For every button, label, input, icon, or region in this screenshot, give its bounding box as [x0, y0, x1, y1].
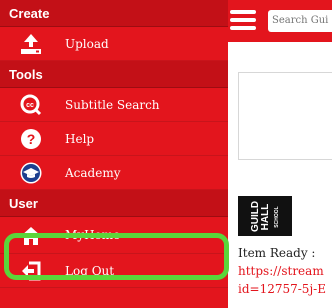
media-thumbnail[interactable]: GUILD HALL SCHOOL [238, 196, 332, 236]
sidebar: Create Upload Tools cc Subtitle Search ?… [0, 0, 228, 308]
sidebar-item-label: Help [65, 132, 95, 146]
sidebar-item-academy[interactable]: Academy [0, 156, 228, 190]
top-bar [228, 0, 332, 42]
search-input[interactable] [268, 10, 332, 32]
section-header-tools: Tools [0, 61, 228, 88]
sidebar-item-label: Subtitle Search [65, 98, 160, 112]
hamburger-menu-icon[interactable] [230, 10, 256, 30]
section-header-create: Create [0, 0, 228, 27]
sidebar-item-label: Upload [65, 37, 109, 51]
section-header-user: User [0, 190, 228, 217]
logout-icon [22, 261, 41, 281]
sidebar-item-myhome[interactable]: MyHome [0, 217, 228, 254]
sidebar-item-upload[interactable]: Upload [0, 27, 228, 61]
sidebar-item-subtitle-search[interactable]: cc Subtitle Search [0, 88, 228, 122]
item-ready-label: Item Ready : [238, 246, 316, 260]
logo-text: GUILD HALL SCHOOL [250, 200, 280, 232]
sidebar-item-label: Log Out [65, 264, 115, 278]
guildhall-logo: GUILD HALL SCHOOL [238, 196, 292, 236]
home-icon [21, 227, 41, 245]
upload-icon [21, 34, 41, 54]
help-icon: ? [21, 129, 41, 149]
cc-icon: cc [20, 94, 42, 116]
svg-text:cc: cc [26, 102, 34, 109]
stream-link-continued[interactable]: id=12757-5j-E [238, 282, 326, 296]
sidebar-item-label: MyHome [65, 228, 121, 242]
sidebar-item-logout[interactable]: Log Out [0, 254, 228, 288]
content-card [238, 72, 332, 160]
sidebar-item-help[interactable]: ? Help [0, 122, 228, 156]
svg-text:?: ? [27, 131, 36, 147]
sidebar-item-label: Academy [65, 166, 121, 180]
stream-link[interactable]: https://stream [238, 264, 324, 278]
academy-icon [20, 162, 42, 184]
